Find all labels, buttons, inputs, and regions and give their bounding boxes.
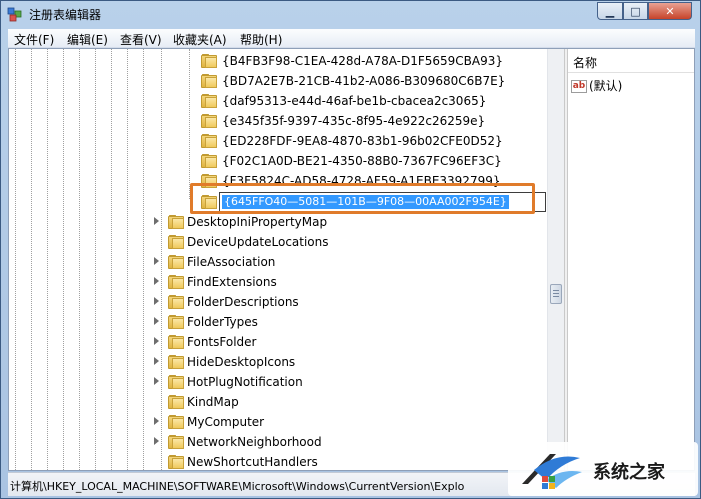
annotation-highlight-frame: [190, 183, 535, 214]
client-area: {B4FB3F98-C1EA-428d-A78A-D1F5659CBA93} {…: [8, 48, 695, 471]
menu-view[interactable]: 查看(V): [120, 31, 162, 48]
tree-guide-line: [31, 49, 32, 470]
values-pane[interactable]: 名称 ab (默认): [568, 49, 694, 470]
status-path: 计算机\HKEY_LOCAL_MACHINE\SOFTWARE\Microsof…: [10, 480, 465, 493]
regedit-app-icon: [7, 7, 22, 22]
folder-icon: [168, 215, 184, 229]
tree-guide-line: [95, 49, 96, 470]
folder-icon: [168, 395, 184, 409]
registry-editor-window: 注册表编辑器 ▁ □ ✕ 文件(F) 编辑(E) 查看(V) 收藏夹(A) 帮助…: [0, 0, 701, 499]
expand-arrow-icon[interactable]: [154, 297, 159, 305]
menu-bar: 文件(F) 编辑(E) 查看(V) 收藏夹(A) 帮助(H): [8, 29, 695, 48]
expand-arrow-icon[interactable]: [154, 357, 159, 365]
folder-icon: [168, 275, 184, 289]
menu-edit[interactable]: 编辑(E): [67, 31, 108, 48]
value-row-default[interactable]: ab (默认): [571, 77, 622, 95]
tree-guide-line: [47, 49, 48, 470]
menu-help[interactable]: 帮助(H): [240, 31, 282, 48]
minimize-icon: ▁: [605, 4, 615, 18]
folder-icon: [201, 74, 217, 88]
folder-icon: [168, 315, 184, 329]
folder-icon: [168, 335, 184, 349]
folder-icon: [168, 355, 184, 369]
column-header-name[interactable]: 名称: [568, 49, 694, 73]
folder-icon: [201, 114, 217, 128]
folder-icon: [168, 295, 184, 309]
tree-guide-line: [111, 49, 112, 470]
window-title: 注册表编辑器: [29, 8, 102, 22]
watermark: 系统之家: [508, 442, 698, 496]
folder-icon: [201, 94, 217, 108]
tree-guide-line: [63, 49, 64, 470]
maximize-icon: □: [630, 4, 641, 18]
folder-icon: [201, 54, 217, 68]
minimize-button[interactable]: ▁: [597, 2, 623, 20]
tree-vertical-scrollbar[interactable]: [547, 49, 564, 470]
watermark-logo-icon: [522, 454, 582, 489]
string-value-icon: ab: [571, 80, 587, 93]
key-tree[interactable]: {B4FB3F98-C1EA-428d-A78A-D1F5659CBA93} {…: [9, 49, 564, 470]
tree-guide-line: [143, 49, 144, 470]
folder-icon: [201, 134, 217, 148]
expand-arrow-icon[interactable]: [154, 277, 159, 285]
title-bar[interactable]: 注册表编辑器 ▁ □ ✕: [1, 1, 700, 28]
value-name: (默认): [589, 79, 623, 93]
expand-arrow-icon[interactable]: [154, 417, 159, 425]
folder-icon: [168, 435, 184, 449]
tree-guide-line: [15, 49, 16, 470]
folder-icon: [168, 255, 184, 269]
folder-icon: [168, 455, 184, 469]
maximize-button[interactable]: □: [623, 2, 648, 20]
menu-favorites[interactable]: 收藏夹(A): [173, 31, 227, 48]
expand-arrow-icon[interactable]: [154, 437, 159, 445]
expand-arrow-icon[interactable]: [154, 257, 159, 265]
expand-arrow-icon[interactable]: [154, 377, 159, 385]
folder-icon: [201, 154, 217, 168]
scroll-thumb[interactable]: [550, 284, 562, 304]
close-button[interactable]: ✕: [648, 2, 692, 20]
expand-arrow-icon[interactable]: [154, 217, 159, 225]
folder-icon: [168, 375, 184, 389]
folder-icon: [168, 415, 184, 429]
tree-guide-line: [189, 49, 190, 199]
close-icon: ✕: [665, 4, 675, 18]
menu-file[interactable]: 文件(F): [14, 31, 54, 48]
tree-guide-line: [79, 49, 80, 470]
tree-guide-line: [127, 49, 128, 470]
expand-arrow-icon[interactable]: [154, 317, 159, 325]
watermark-text: 系统之家: [593, 462, 665, 483]
folder-icon: [168, 235, 184, 249]
expand-arrow-icon[interactable]: [154, 337, 159, 345]
tree-guide-line: [161, 49, 162, 470]
